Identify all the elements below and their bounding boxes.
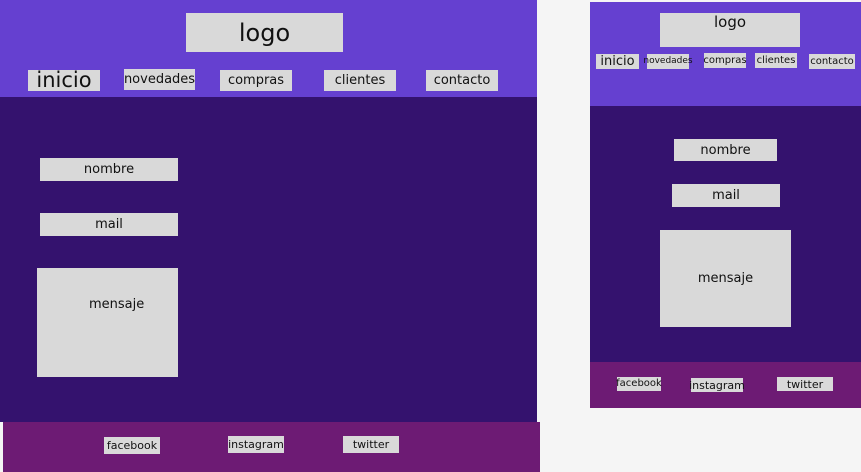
- nav-item-compras[interactable]: compras: [703, 53, 747, 68]
- nav-item-novedades[interactable]: novedades: [643, 54, 693, 69]
- mail-field[interactable]: mail: [672, 184, 780, 207]
- name-field[interactable]: nombre: [40, 158, 178, 181]
- instagram-link[interactable]: instagram: [689, 378, 745, 392]
- mobile-header: logo inicio novedades compras clientes c…: [590, 2, 861, 106]
- mobile-footer: facebook instagram twitter: [590, 362, 861, 408]
- nav-item-clientes[interactable]: clientes: [755, 53, 797, 68]
- nav-item-inicio[interactable]: inicio: [28, 70, 100, 91]
- name-field[interactable]: nombre: [674, 139, 777, 161]
- nav-item-clientes[interactable]: clientes: [324, 70, 396, 91]
- desktop-content: nombre mail mensaje: [0, 97, 537, 422]
- mobile-content: nombre mail mensaje: [590, 106, 861, 362]
- mail-field[interactable]: mail: [40, 213, 178, 236]
- nav-item-contacto[interactable]: contacto: [809, 54, 855, 69]
- nav-item-inicio[interactable]: inicio: [596, 54, 639, 69]
- twitter-link[interactable]: twitter: [343, 436, 399, 453]
- message-field[interactable]: mensaje: [37, 268, 178, 377]
- message-label: mensaje: [89, 297, 145, 312]
- logo[interactable]: logo: [186, 13, 343, 52]
- nav-item-novedades[interactable]: novedades: [124, 69, 195, 90]
- nav-item-contacto[interactable]: contacto: [426, 70, 498, 91]
- nav-item-compras[interactable]: compras: [220, 70, 292, 91]
- twitter-link[interactable]: twitter: [777, 377, 833, 391]
- mobile-frame: logo inicio novedades compras clientes c…: [590, 2, 861, 408]
- desktop-header: logo inicio novedades compras clientes c…: [0, 0, 537, 97]
- facebook-link[interactable]: facebook: [616, 377, 662, 391]
- facebook-link[interactable]: facebook: [104, 437, 160, 454]
- instagram-link[interactable]: instagram: [228, 436, 284, 453]
- desktop-footer: facebook instagram twitter: [3, 422, 540, 472]
- message-field[interactable]: mensaje: [660, 230, 791, 327]
- logo[interactable]: logo: [660, 13, 800, 47]
